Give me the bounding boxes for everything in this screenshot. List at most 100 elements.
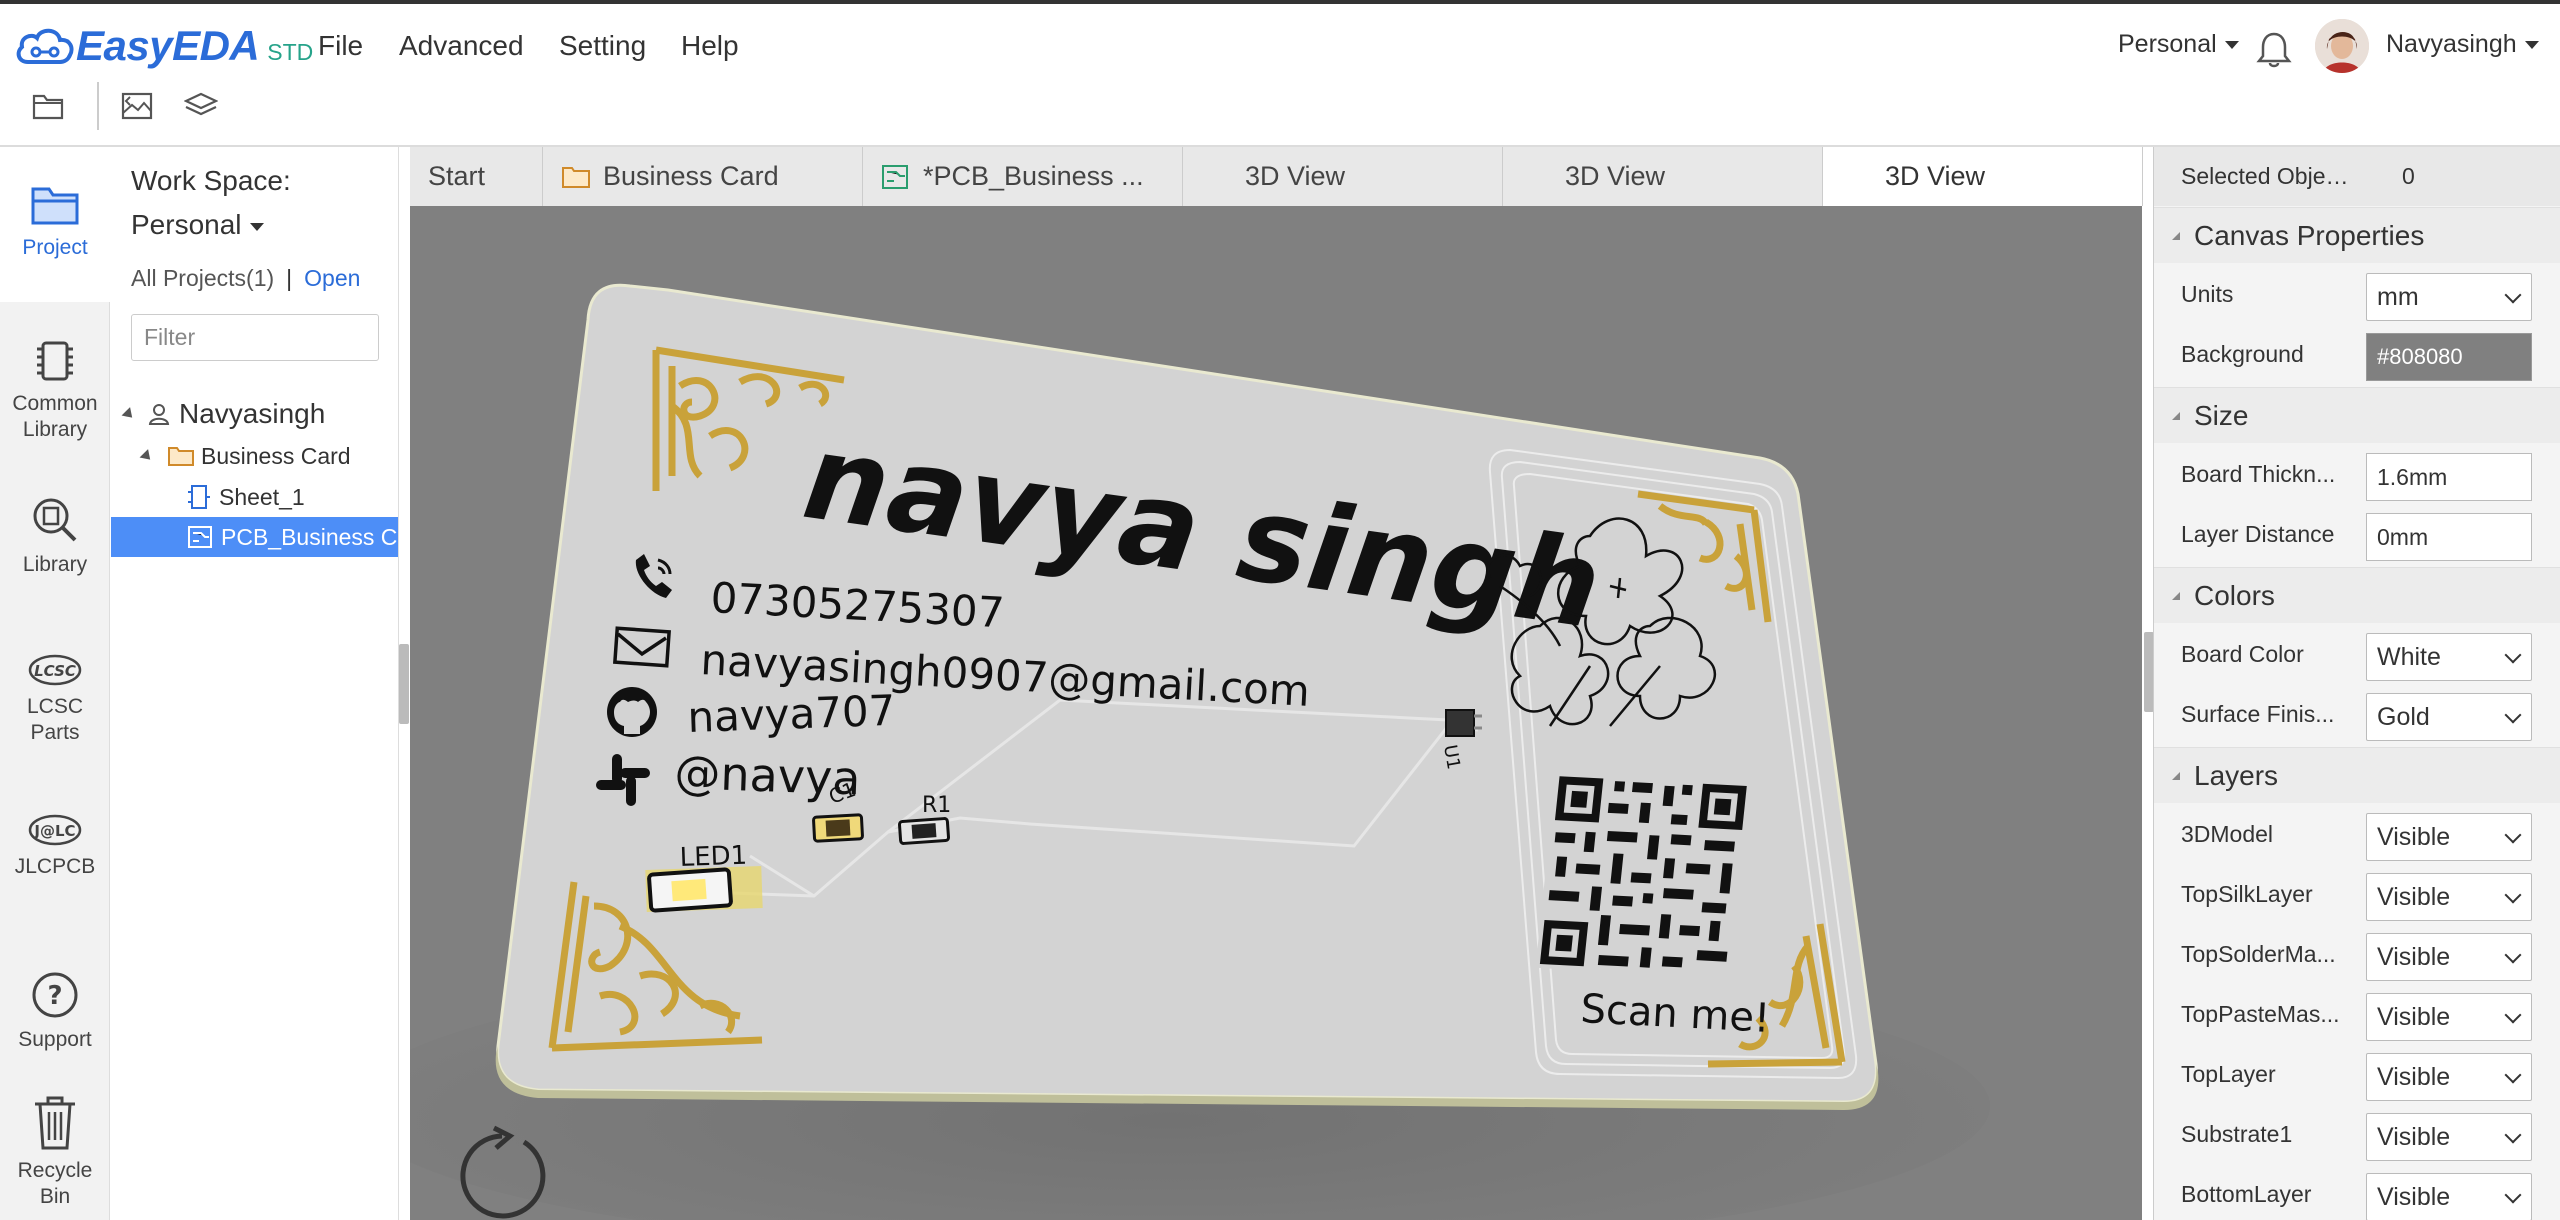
- layer-distance-label: Layer Distance: [2181, 521, 2335, 547]
- open-link[interactable]: Open: [304, 265, 360, 291]
- rail-support[interactable]: ? Support: [0, 969, 110, 1053]
- tab-start-label: Start: [428, 161, 486, 191]
- tab-3d-view-1[interactable]: 3D View: [1183, 147, 1503, 206]
- board-thickness-row: Board Thickn... 1.6mm: [2154, 445, 2560, 505]
- layer-visibility-select[interactable]: Visible: [2366, 1173, 2532, 1220]
- workspace-label: Work Space:: [131, 165, 291, 196]
- tree-user[interactable]: Navyasingh: [111, 394, 398, 434]
- tab-pcb-business[interactable]: *PCB_Business ...: [863, 147, 1183, 206]
- layer-visibility-value: Visible: [2377, 1003, 2451, 1031]
- layer-label: BottomLayer: [2181, 1181, 2312, 1207]
- section-canvas-properties[interactable]: Canvas Properties: [2154, 207, 2560, 263]
- tree-sheet[interactable]: Sheet_1: [111, 477, 398, 517]
- chevron-down-icon: [2224, 41, 2239, 50]
- rail-jlcpcb[interactable]: J@LC JLCPCB: [0, 812, 110, 880]
- trash-icon: [35, 1096, 75, 1150]
- toolbar-divider: [97, 82, 99, 130]
- layer-visibility-select[interactable]: Visible: [2366, 993, 2532, 1041]
- chevron-down-icon: [2504, 1066, 2522, 1084]
- avatar[interactable]: [2315, 19, 2369, 73]
- rail-recycle-bin[interactable]: Recycle Bin: [0, 1092, 110, 1211]
- section-colors[interactable]: Colors: [2154, 567, 2560, 623]
- led1-component[interactable]: [645, 865, 763, 913]
- menu-file[interactable]: File: [318, 30, 363, 62]
- all-projects-link[interactable]: All Projects(1): [131, 265, 274, 291]
- label-led1: LED1: [679, 841, 747, 873]
- lcsc-icon: LCSC: [28, 654, 82, 686]
- document-tabs: Start Business Card *PCB_Business ... 3D…: [410, 147, 2143, 206]
- layer-distance-input[interactable]: 0mm: [2366, 513, 2532, 561]
- background-color-field[interactable]: #808080: [2366, 333, 2532, 381]
- rail-jlcpcb-label: JLCPCB: [14, 855, 96, 878]
- section-size-label: Size: [2194, 400, 2249, 431]
- layer-label: Substrate1: [2181, 1121, 2293, 1147]
- rail-project[interactable]: Project: [0, 147, 110, 302]
- tab-3d-view-3[interactable]: 3D View: [1823, 147, 2143, 206]
- qr-code[interactable]: [1535, 772, 1752, 978]
- layer-visibility-select[interactable]: Visible: [2366, 813, 2532, 861]
- svg-text:LCSC: LCSC: [34, 662, 76, 680]
- collapse-triangle-icon[interactable]: [139, 448, 155, 464]
- tree-pcb-label: PCB_Business C: [221, 523, 398, 550]
- menu-setting[interactable]: Setting: [559, 30, 646, 62]
- easyeda-logo[interactable]: EasyEDA STD: [14, 16, 313, 69]
- tab-pcb-business-label: *PCB_Business ...: [923, 161, 1144, 191]
- rail-lcsc-parts[interactable]: LCSC LCSC Parts: [0, 652, 110, 747]
- selected-objects-label: Selected Objects: [2181, 163, 2351, 189]
- r1-component[interactable]: [897, 817, 951, 845]
- units-select[interactable]: mm: [2366, 273, 2532, 321]
- layer-visibility-select[interactable]: Visible: [2366, 1053, 2532, 1101]
- tree-project[interactable]: Business Card: [111, 436, 398, 476]
- surface-finish-select[interactable]: Gold: [2366, 693, 2532, 741]
- 3d-canvas[interactable]: navya singh 07305275307 navyasingh0907@g…: [410, 206, 2142, 1220]
- chip-icon: [37, 341, 73, 381]
- layer-row-topsoldermask: TopSolderMa... Visible: [2154, 925, 2560, 985]
- tab-3d-view-1-label: 3D View: [1245, 161, 1346, 191]
- section-size[interactable]: Size: [2154, 387, 2560, 443]
- section-canvas-properties-label: Canvas Properties: [2194, 220, 2425, 251]
- chevron-down-icon: [2504, 286, 2522, 304]
- layer-visibility-select[interactable]: Visible: [2366, 1113, 2532, 1161]
- user-menu[interactable]: Navyasingh: [2386, 30, 2539, 59]
- layer-visibility-select[interactable]: Visible: [2366, 873, 2532, 921]
- rail-library[interactable]: Library: [0, 494, 110, 578]
- github-silk-icon: [607, 687, 657, 737]
- tree-pcb[interactable]: PCB_Business C: [111, 517, 398, 557]
- cloud-logo-icon: [16, 28, 74, 64]
- board-color-select[interactable]: White: [2366, 633, 2532, 681]
- help-icon: ?: [32, 972, 78, 1018]
- chevron-down-icon: [2504, 886, 2522, 904]
- background-value: #808080: [2377, 344, 2463, 369]
- section-layers[interactable]: Layers: [2154, 747, 2560, 803]
- toolbar-image-open-button[interactable]: [117, 86, 157, 126]
- tab-start[interactable]: Start: [410, 147, 543, 206]
- tab-3d-view-2[interactable]: 3D View: [1503, 147, 1823, 206]
- collapse-triangle-icon[interactable]: [121, 406, 137, 422]
- team-selector[interactable]: Personal: [2118, 30, 2239, 59]
- link-separator: |: [286, 265, 293, 291]
- layer-visibility-select[interactable]: Visible: [2366, 933, 2532, 981]
- left-panel-resize-handle[interactable]: [399, 644, 409, 724]
- filter-input[interactable]: [131, 314, 379, 361]
- menu-help[interactable]: Help: [681, 30, 739, 62]
- toolbar-folder-button[interactable]: [28, 86, 68, 126]
- menu-advanced[interactable]: Advanced: [399, 30, 524, 62]
- toolbar-layers-button[interactable]: [181, 86, 221, 126]
- tree-user-label: Navyasingh: [179, 398, 326, 429]
- selected-objects-row: Selected Objects 0: [2154, 147, 2560, 206]
- c1-component[interactable]: [812, 813, 864, 843]
- user-icon: [148, 404, 170, 425]
- collapse-triangle-icon: [2172, 412, 2180, 420]
- 3d-board-render: navya singh 07305275307 navyasingh0907@g…: [410, 206, 2142, 1220]
- tab-business-card[interactable]: Business Card: [543, 147, 863, 206]
- layer-row-3dmodel: 3DModel Visible: [2154, 805, 2560, 865]
- layer-row-topsilklayer: TopSilkLayer Visible: [2154, 865, 2560, 925]
- rail-common-library[interactable]: Common Library: [0, 337, 110, 444]
- library-search-icon: [33, 498, 77, 542]
- board-thickness-input[interactable]: 1.6mm: [2366, 453, 2532, 501]
- pcb-icon: [882, 164, 908, 189]
- layer-label: TopSolderMa...: [2181, 941, 2336, 967]
- workspace-selector[interactable]: Personal: [131, 209, 264, 241]
- bell-icon[interactable]: [2256, 30, 2292, 68]
- surface-finish-value: Gold: [2377, 703, 2430, 731]
